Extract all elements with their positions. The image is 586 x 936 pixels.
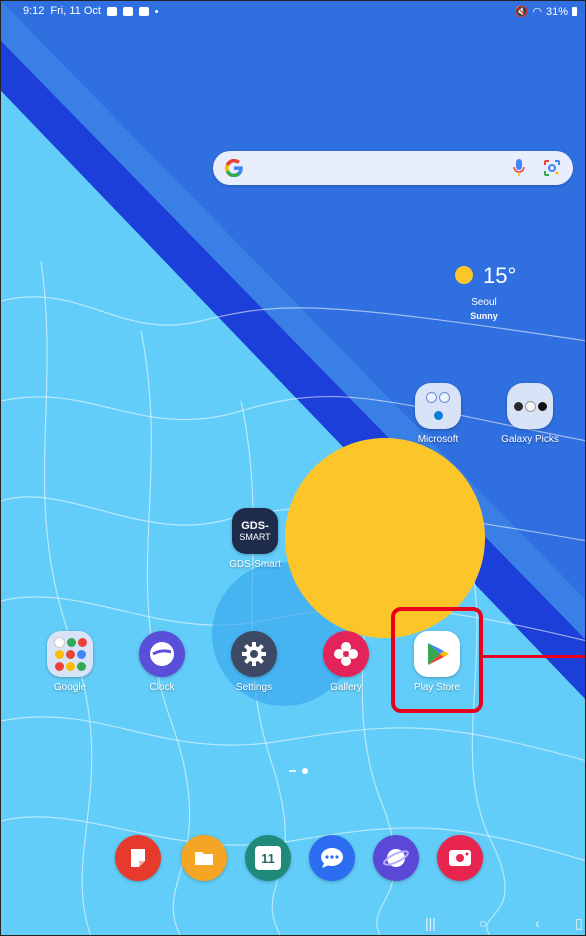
- home-screen: 9:12 Fri, 11 Oct 🔇 ◠ 31% 15° Seoul Sunny…: [0, 0, 586, 936]
- weather-temperature: 15°: [483, 263, 517, 288]
- google-search-bar[interactable]: [213, 151, 573, 185]
- app-gallery[interactable]: Gallery: [306, 631, 386, 693]
- app-gds-smart[interactable]: GDS- SMART GDS-Smart: [215, 508, 295, 570]
- clock-icon: [139, 631, 185, 677]
- calendar-icon[interactable]: 11: [245, 835, 291, 881]
- notification-app-icon: [106, 6, 117, 16]
- page-indicator-home-dot: [289, 770, 296, 772]
- my-files-icon[interactable]: [181, 835, 227, 881]
- google-lens-icon[interactable]: [543, 159, 561, 177]
- battery-level: 31%: [545, 5, 568, 18]
- messages-icon[interactable]: [309, 835, 355, 881]
- internet-icon[interactable]: [373, 835, 419, 881]
- mute-icon: 🔇: [514, 6, 529, 18]
- folder-label: Galaxy Picks: [501, 434, 559, 445]
- notification-mail-icon: [138, 6, 149, 16]
- galaxy-picks-folder-icon: [507, 383, 553, 429]
- voice-search-icon[interactable]: [513, 159, 525, 177]
- weather-widget[interactable]: 15° Seoul Sunny: [441, 263, 561, 333]
- wifi-icon: ◠: [532, 6, 542, 18]
- back-icon[interactable]: ‹: [535, 915, 540, 931]
- app-label: Gallery: [330, 682, 362, 693]
- navigation-bar: ||| ○ ‹ ▯: [1, 909, 585, 935]
- gallery-flower-icon: [323, 631, 369, 677]
- app-clock[interactable]: Clock: [122, 631, 202, 693]
- calendar-day: 11: [255, 846, 281, 870]
- status-time: 9:12: [23, 5, 45, 17]
- gds-smart-logo-icon: GDS- SMART: [232, 508, 278, 554]
- home-icon[interactable]: ○: [479, 915, 487, 931]
- weather-condition: Sunny: [470, 311, 498, 321]
- google-folder-icon: [47, 631, 93, 677]
- gds-logo-text: GDS-: [241, 519, 269, 532]
- google-logo-icon: [224, 158, 243, 178]
- notes-icon[interactable]: [115, 835, 161, 881]
- settings-gear-icon: [231, 631, 277, 677]
- play-store-highlight-box: [391, 607, 483, 713]
- folder-google[interactable]: Google: [30, 631, 110, 693]
- app-label: GDS-Smart: [229, 559, 281, 570]
- app-label: Settings: [235, 682, 273, 693]
- smart-logo-text: SMART: [239, 531, 271, 542]
- recent-apps-icon[interactable]: |||: [425, 915, 436, 931]
- screen-recorder-icon[interactable]: [437, 835, 483, 881]
- notification-gallery-icon: [122, 6, 133, 16]
- sunny-weather-icon: [455, 266, 473, 284]
- notification-more-icon: [154, 9, 158, 13]
- app-settings[interactable]: Settings: [214, 631, 294, 693]
- wallpaper: [1, 1, 585, 935]
- page-indicator[interactable]: [289, 768, 308, 774]
- keyboard-icon[interactable]: ▯: [575, 915, 583, 932]
- weather-city: Seoul: [471, 297, 497, 308]
- status-bar: 9:12 Fri, 11 Oct 🔇 ◠ 31%: [1, 1, 585, 23]
- battery-icon: [572, 7, 577, 16]
- folder-label: Microsoft: [417, 434, 459, 445]
- dock: 11: [111, 835, 491, 883]
- microsoft-folder-icon: [415, 383, 461, 429]
- folder-microsoft[interactable]: Microsoft: [398, 383, 478, 445]
- folder-label: Google: [53, 682, 87, 693]
- annotation-pointer-line: [483, 655, 585, 658]
- status-date: Fri, 11 Oct: [50, 5, 101, 17]
- page-indicator-current-dot: [302, 768, 308, 774]
- folder-galaxy-picks[interactable]: Galaxy Picks: [490, 383, 570, 445]
- app-label: Clock: [149, 682, 175, 693]
